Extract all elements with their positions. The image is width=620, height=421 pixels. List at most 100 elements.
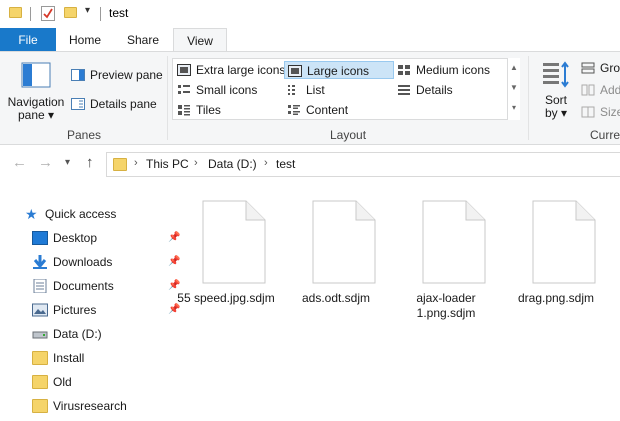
layout-details[interactable]: Details: [394, 81, 453, 99]
desktop-icon: [32, 231, 48, 245]
list-icon: [288, 85, 295, 95]
preview-pane-button[interactable]: Preview pane: [68, 66, 163, 84]
file-item[interactable]: drag.png.sdjm: [506, 196, 606, 326]
size-columns-button[interactable]: Size: [578, 103, 620, 121]
navigation-pane-icon: [21, 62, 51, 88]
forward-arrow-icon[interactable]: →: [38, 154, 53, 171]
ribbon: Navigation pane ▾ Preview pane Details p…: [0, 51, 620, 145]
sidebar-item-label: Data (D:): [53, 327, 102, 341]
recent-locations-chevron-icon[interactable]: ▾: [65, 157, 70, 168]
content-label: Content: [306, 103, 349, 117]
size-columns-label: Size: [600, 105, 620, 119]
sidebar-item-label: Pictures: [53, 303, 97, 317]
sidebar-item-label: Virusresearch: [53, 399, 127, 413]
extra-large-icons-icon: [177, 64, 191, 76]
sidebar-item-label: Downloads: [53, 255, 113, 269]
sort-by-label-2: by ▾: [544, 106, 568, 120]
add-columns-icon: [581, 84, 595, 96]
layout-gallery-scroll[interactable]: ▲ ▼ ▾: [507, 58, 520, 120]
folder-icon: [113, 158, 127, 171]
documents-icon: [33, 279, 47, 293]
layout-tiles[interactable]: Tiles: [174, 101, 221, 119]
sort-by-icon: [543, 61, 569, 88]
group-by-label: Grou: [600, 61, 620, 75]
large-icons-label: Large icons: [307, 64, 370, 78]
layout-group-label: Layout: [330, 128, 367, 142]
pictures-icon: [32, 303, 48, 317]
layout-list[interactable]: List: [284, 81, 325, 99]
breadcrumb-test[interactable]: test: [276, 157, 295, 171]
document-icon: [312, 200, 376, 284]
content-icon: [288, 105, 300, 115]
breadcrumb-separator-icon[interactable]: ›: [264, 157, 268, 169]
tiles-label: Tiles: [196, 103, 221, 117]
details-pane-label: Details pane: [90, 97, 157, 111]
layout-content[interactable]: Content: [284, 101, 348, 119]
size-columns-icon: [581, 106, 595, 118]
layout-extra-large-icons[interactable]: Extra large icons: [174, 61, 285, 79]
tab-home[interactable]: Home: [60, 28, 110, 52]
layout-small-icons[interactable]: Small icons: [174, 81, 257, 99]
large-icons-icon: [288, 65, 302, 77]
extra-large-icons-label: Extra large icons: [196, 63, 286, 77]
add-columns-button[interactable]: Add: [578, 81, 620, 99]
sidebar-item-label: Desktop: [53, 231, 98, 245]
divider: [100, 7, 101, 21]
title-bar: ▾ test: [0, 0, 620, 28]
new-folder-icon[interactable]: [64, 7, 77, 18]
details-pane-button[interactable]: Details pane: [68, 95, 157, 113]
file-name: 55 speed.jpg.sdjm: [177, 291, 275, 305]
document-icon: [422, 200, 486, 284]
small-icons-icon: [178, 85, 190, 94]
customize-quick-access-chevron-icon[interactable]: ▾: [85, 5, 90, 16]
tab-file[interactable]: File: [0, 28, 56, 52]
scroll-down-icon[interactable]: ▼: [508, 78, 520, 98]
navigation-pane-label-2: pane ▾: [17, 108, 55, 122]
divider: [30, 7, 31, 21]
add-columns-label: Add: [600, 83, 620, 97]
file-item[interactable]: 55 speed.jpg.sdjm: [176, 196, 276, 326]
file-name: ajax-loader 1.png.sdjm: [416, 291, 476, 320]
group-by-button[interactable]: Grou: [578, 59, 620, 77]
details-pane-icon: [71, 98, 85, 110]
star-icon: ★: [25, 206, 38, 222]
breadcrumb-this-pc[interactable]: This PC: [146, 157, 189, 171]
group-by-icon: [581, 62, 595, 74]
preview-pane-label: Preview pane: [90, 68, 163, 82]
sidebar-item-label: Documents: [53, 279, 114, 293]
folder-icon: [32, 375, 48, 389]
tab-share[interactable]: Share: [118, 28, 168, 52]
sort-by-button[interactable]: Sort by ▾: [538, 60, 574, 124]
expand-gallery-icon[interactable]: ▾: [508, 98, 520, 118]
sidebar-item-label: Install: [53, 351, 85, 365]
small-icons-label: Small icons: [196, 83, 258, 97]
file-item[interactable]: ads.odt.sdjm: [286, 196, 386, 326]
layout-large-icons[interactable]: Large icons: [284, 61, 394, 79]
details-icon: [398, 85, 410, 95]
breadcrumb-data-drive[interactable]: Data (D:): [208, 157, 257, 171]
navigation-bar: ← → ▾ ↑ › This PC › Data (D:) › test: [0, 147, 620, 181]
breadcrumb-separator-icon[interactable]: ›: [134, 157, 138, 169]
ribbon-tabs: File Home Share View: [0, 28, 620, 53]
downloads-arrow-icon: [33, 255, 47, 269]
document-icon: [532, 200, 596, 284]
scroll-up-icon[interactable]: ▲: [508, 58, 520, 78]
tab-view[interactable]: View: [173, 28, 227, 53]
window-title: test: [109, 6, 129, 20]
file-name: ads.odt.sdjm: [301, 291, 371, 305]
layout-medium-icons[interactable]: Medium icons: [394, 61, 490, 79]
sidebar-item-label: Quick access: [45, 207, 117, 221]
address-bar[interactable]: › This PC › Data (D:) › test: [106, 152, 620, 177]
folder-icon: [9, 7, 22, 18]
up-arrow-icon[interactable]: ↑: [86, 154, 94, 171]
drive-icon: [32, 331, 48, 339]
breadcrumb-separator-icon[interactable]: ›: [194, 157, 198, 169]
file-item[interactable]: ajax-loader 1.png.sdjm: [396, 196, 496, 326]
properties-checkmark-icon[interactable]: [41, 6, 55, 21]
navigation-pane-button[interactable]: Navigation pane ▾: [6, 62, 66, 124]
list-label: List: [306, 83, 325, 97]
divider: [167, 56, 168, 140]
details-label: Details: [416, 83, 453, 97]
folder-icon: [32, 399, 48, 413]
back-arrow-icon[interactable]: ←: [12, 154, 27, 171]
